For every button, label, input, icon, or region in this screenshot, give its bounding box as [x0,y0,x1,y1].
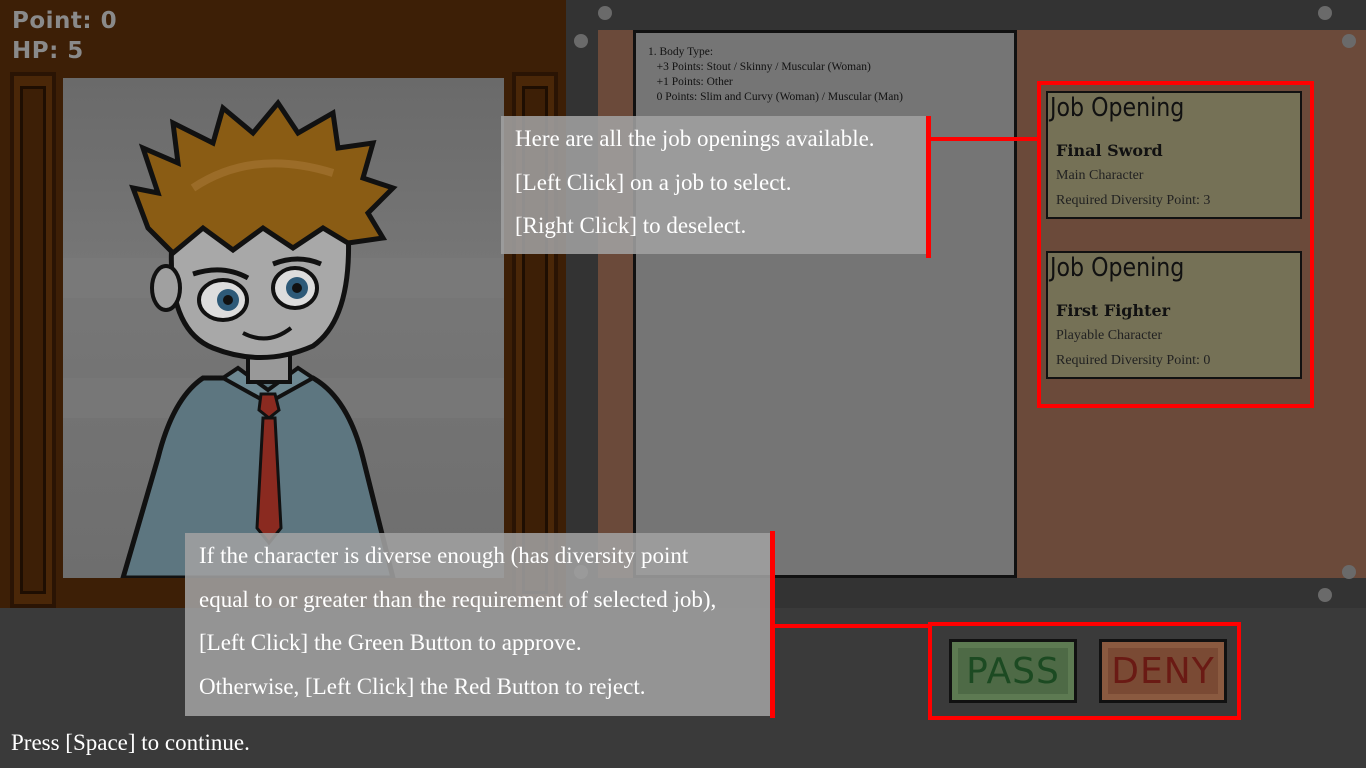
bolt-icon [598,6,612,20]
jobs-connector-line [926,137,1039,141]
waiting-room: Point: 0 HP: 5 [0,0,566,608]
tooltip-line: [Right Click] to deselect. [515,213,747,238]
applicant-character-illustration [63,98,504,578]
tooltip-line: [Left Click] the Green Button to approve… [199,630,582,655]
buttons-tip-edge [770,531,775,718]
bolt-icon [1342,34,1356,48]
buttons-highlight-box [928,622,1241,720]
bolt-icon [1318,6,1332,20]
applicant-portrait [63,78,504,578]
bolt-icon [574,34,588,48]
document-line: +3 Points: Stout / Skinny / Muscular (Wo… [648,61,871,73]
applicant-document: 1. Body Type: +3 Points: Stout / Skinny … [633,30,1017,578]
bolt-icon [1318,588,1332,602]
continue-prompt: Press [Space] to continue. [11,730,250,755]
document-line: +1 Points: Other [648,76,733,88]
jobs-highlight-box [1037,81,1314,408]
bolt-icon [1342,565,1356,579]
tooltip-line: equal to or greater than the requirement… [199,587,717,612]
tooltip-line: [Left Click] on a job to select. [515,170,792,195]
jobs-tip-edge [926,116,931,258]
tooltip-line: Here are all the job openings available. [515,126,875,151]
point-counter: Point: 0 [12,8,118,34]
tooltip-line: Otherwise, [Left Click] the Red Button t… [199,674,646,699]
buttons-connector-line [770,624,930,628]
document-line: 1. Body Type: [648,46,714,58]
job-openings-tooltip: Here are all the job openings available.… [501,116,926,254]
decision-buttons-tooltip: If the character is diverse enough (has … [185,533,770,716]
tooltip-line: If the character is diverse enough (has … [199,543,689,568]
hp-counter: HP: 5 [12,38,84,64]
left-door-frame [10,72,56,608]
document-line: 0 Points: Slim and Curvy (Woman) / Muscu… [648,91,903,103]
